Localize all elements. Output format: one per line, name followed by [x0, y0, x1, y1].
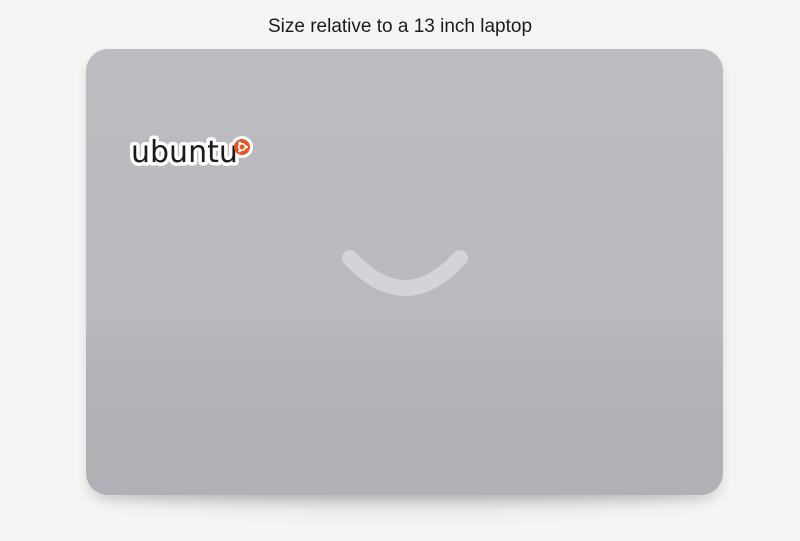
sticker-wordmark: ubuntu — [131, 135, 238, 170]
ubuntu-circle-of-friends-icon — [234, 139, 250, 155]
stage: Size relative to a 13 inch laptop ubuntu… — [0, 0, 800, 541]
ubuntu-sticker: ubuntu ubuntu — [128, 132, 253, 170]
caption: Size relative to a 13 inch laptop — [267, 16, 533, 37]
smile-logo-icon — [342, 250, 468, 296]
